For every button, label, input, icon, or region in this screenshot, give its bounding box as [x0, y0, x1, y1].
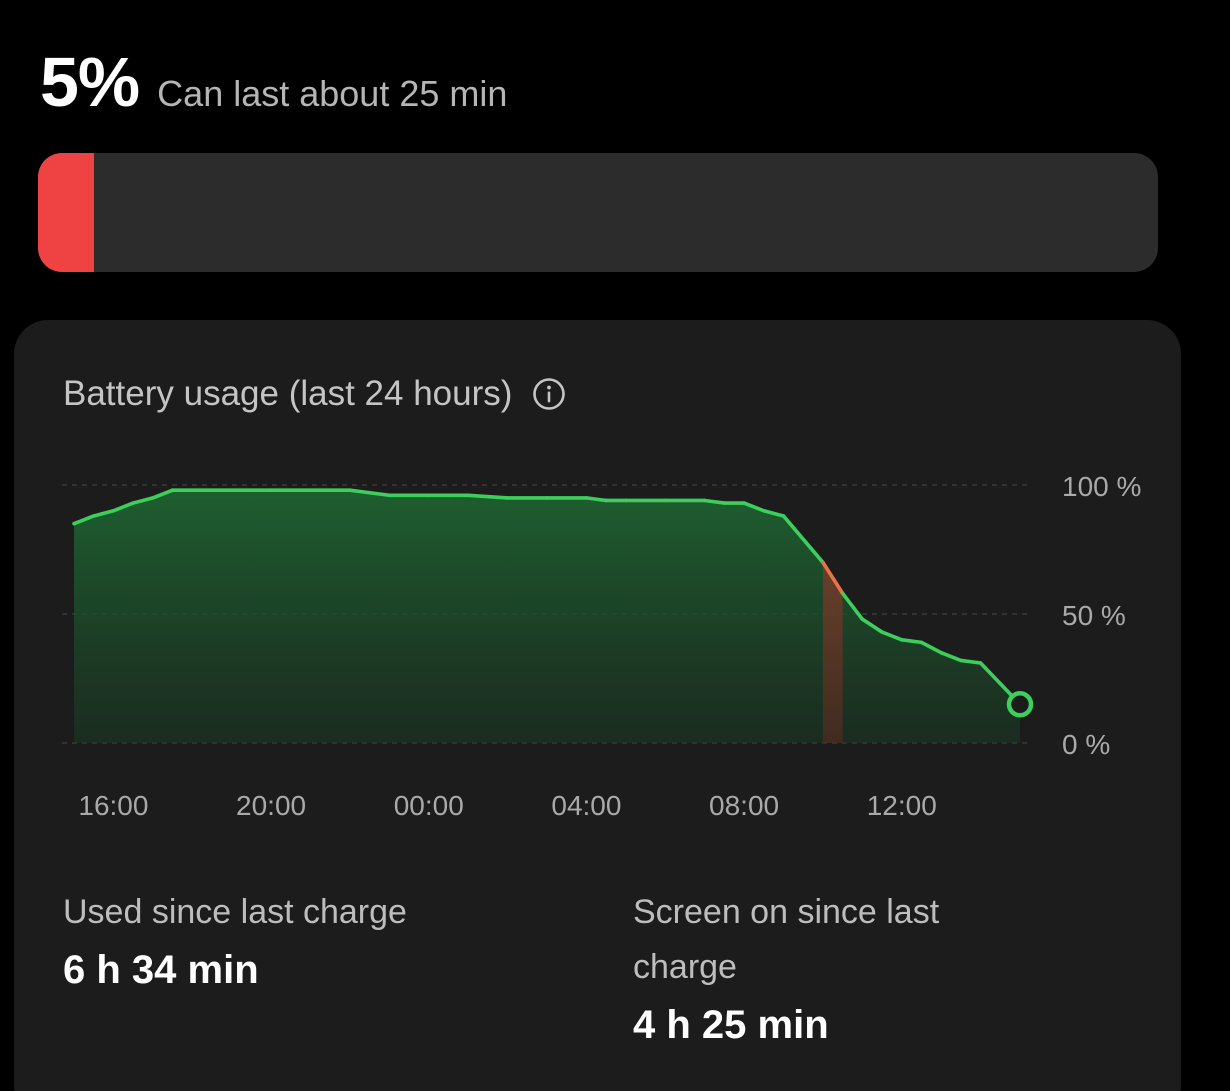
- x-tick-label: 20:00: [236, 790, 306, 821]
- battery-header: 5% Can last about 25 min: [40, 42, 507, 122]
- usage-line-segment: [584, 496, 608, 503]
- used-since-charge-label: Used since last charge: [63, 893, 407, 931]
- used-since-charge: Used since last charge 6 h 34 min: [63, 885, 407, 993]
- usage-line-segment: [899, 637, 924, 645]
- battery-usage-chart: 100 % 50 % 0 % 16:00 20:00 00:00 04:00 08:00 12:…: [62, 471, 1141, 821]
- usage-area: [74, 490, 1020, 743]
- battery-level-fill: [38, 153, 94, 272]
- current-level-marker: [1006, 691, 1034, 718]
- screen-on-since-charge: Screen on since last charge 4 h 25 min: [633, 885, 939, 1048]
- screen-on-value: 4 h 25 min: [633, 1003, 829, 1047]
- battery-level-bar: [38, 153, 1158, 272]
- battery-usage-card: Battery usage (last 24 hours) 100 % 50 %…: [14, 320, 1181, 1091]
- y-tick-label: 100 %: [1062, 471, 1141, 502]
- usage-line-segment: [702, 498, 727, 505]
- screen-on-label-line1: Screen on since last: [633, 893, 940, 931]
- x-tick-label: 08:00: [709, 790, 779, 821]
- usage-line-segment: [367, 490, 392, 498]
- x-tick-label: 12:00: [867, 790, 937, 821]
- y-tick-label: 50 %: [1062, 600, 1126, 631]
- screen-on-label-line2: charge: [633, 948, 737, 986]
- battery-estimate: Can last about 25 min: [157, 73, 508, 114]
- x-tick-label: 04:00: [551, 790, 621, 821]
- battery-screen: 5% Can last about 25 min Battery usage (…: [0, 0, 1230, 1091]
- battery-percent: 5%: [40, 43, 140, 121]
- x-tick-label: 16:00: [78, 790, 148, 821]
- usage-line-segment: [959, 658, 983, 665]
- usage-line-segment: [348, 488, 372, 495]
- y-tick-label: 0 %: [1062, 729, 1110, 760]
- used-since-charge-value: 6 h 34 min: [63, 948, 259, 992]
- x-tick-label: 00:00: [394, 790, 464, 821]
